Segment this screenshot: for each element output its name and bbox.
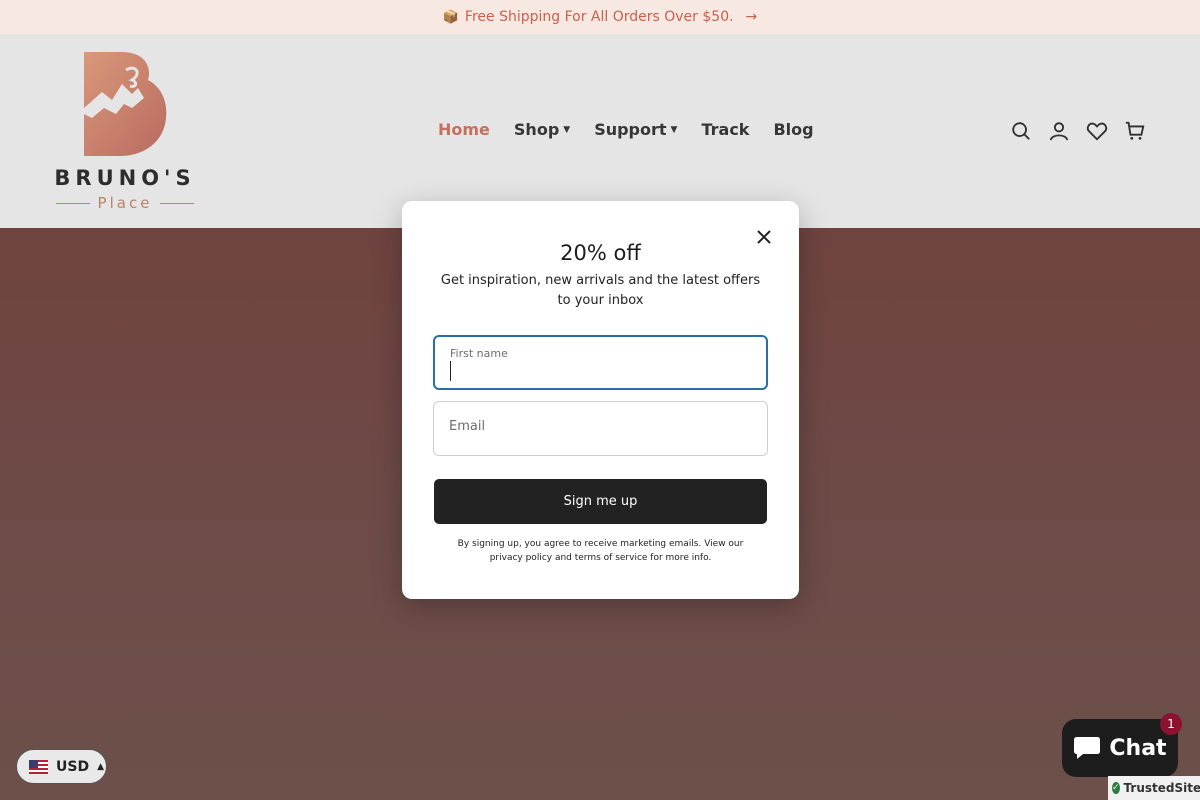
chat-bubble-icon [1074, 737, 1101, 759]
currency-selector[interactable]: USD ▲ [16, 749, 107, 784]
currency-code: USD [56, 758, 90, 775]
chat-unread-badge: 1 [1160, 713, 1182, 735]
trustedsite-label: TrustedSite [1123, 781, 1200, 795]
caret-up-icon: ▲ [97, 761, 104, 772]
arrow-right-icon: → [745, 9, 758, 25]
first-name-input[interactable] [435, 337, 766, 388]
modal-description: Get inspiration, new arrivals and the la… [440, 273, 761, 308]
chat-label: Chat [1109, 735, 1167, 761]
sign-me-up-button[interactable]: Sign me up [434, 479, 767, 524]
email-field[interactable]: Email [433, 401, 768, 456]
us-flag-icon [29, 759, 48, 774]
newsletter-modal: 20% off Get inspiration, new arrivals an… [402, 201, 799, 599]
check-icon: ✓ [1112, 782, 1120, 794]
legal-text: By signing up, you agree to receive mark… [457, 539, 744, 563]
chat-button[interactable]: Chat 1 [1062, 713, 1182, 777]
announcement-bar[interactable]: 📦 Free Shipping For All Orders Over $50.… [0, 0, 1200, 34]
email-input[interactable] [434, 402, 767, 455]
modal-title: 20% off [560, 241, 641, 265]
trustedsite-badge[interactable]: ✓ TrustedSite [1108, 776, 1200, 800]
first-name-field[interactable]: First name [433, 335, 768, 390]
package-icon: 📦 [442, 9, 459, 25]
announcement-text: Free Shipping For All Orders Over $50. [464, 9, 734, 25]
